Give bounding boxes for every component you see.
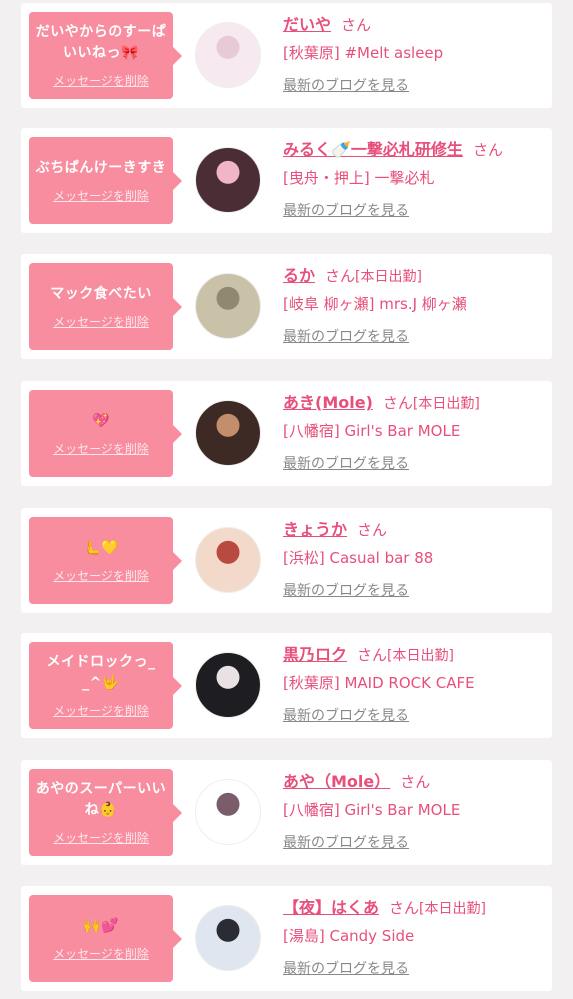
status-badge: [本日出勤] — [355, 269, 422, 285]
shop-name: [曳舟・押上] 一撃必札 — [283, 169, 435, 187]
girl-info: あや（Mole） さん [八幡宿] Girl's Bar MOLE 最新のブログを見る — [283, 770, 548, 853]
girl-info: 【夜】はくあ さん[本日出勤] [湯島] Candy Side 最新のブログを見る — [283, 896, 548, 979]
girl-info: きょうか さん [浜松] Casual bar 88 最新のブログを見る — [283, 518, 548, 601]
message-bubble: 🙌💕 メッセージを削除 — [29, 895, 182, 982]
girl-name-link[interactable]: あや（Mole） — [283, 772, 390, 791]
latest-blog-link[interactable]: 最新のブログを見る — [283, 581, 409, 601]
girl-info: 黒乃ロク さん[本日出勤] [秋葉原] MAID ROCK CAFE 最新のブログを見… — [283, 643, 548, 726]
delete-message-link[interactable]: メッセージを削除 — [53, 72, 149, 89]
shop-name: [秋葉原] MAID ROCK CAFE — [283, 674, 475, 692]
message-bubble: 💖 メッセージを削除 — [29, 390, 182, 477]
latest-blog-link[interactable]: 最新のブログを見る — [283, 454, 409, 474]
follow-card: 🫷💛 メッセージを削除 きょうか さん [浜松] Casual bar 88 最新のブログ… — [21, 508, 552, 613]
girl-info: だいや さん [秋葉原] #Melt asleep 最新のブログを見る — [283, 13, 548, 96]
message-text: あやのスーパーいいね👶 — [35, 781, 167, 818]
latest-blog-link[interactable]: 最新のブログを見る — [283, 706, 409, 726]
shop-name: [秋葉原] #Melt asleep — [283, 44, 444, 62]
shop-name: [浜松] Casual bar 88 — [283, 549, 434, 567]
avatar[interactable] — [195, 652, 261, 718]
message-bubble: ぶちぱんけーきすき メッセージを削除 — [29, 137, 182, 224]
follow-card: 💖 メッセージを削除 あき(Mole) さん[本日出勤] [八幡宿] Girl's Ba… — [21, 381, 552, 486]
message-text: メイドロックっ_ _^🤟 — [46, 654, 156, 691]
follow-list: だいやからのすーぱいいねっ🎀 メッセージを削除 だいや さん [秋葉原] #Melt a… — [0, 0, 573, 999]
delete-message-link[interactable]: メッセージを削除 — [53, 702, 149, 719]
message-bubble: だいやからのすーぱいいねっ🎀 メッセージを削除 — [29, 12, 182, 99]
delete-message-link[interactable]: メッセージを削除 — [53, 829, 149, 846]
message-text: 🫷💛 — [83, 539, 119, 556]
follow-card: マック食べたい メッセージを削除 るか さん[本日出勤] [岐阜 柳ヶ瀬] mrs.J … — [21, 254, 552, 359]
latest-blog-link[interactable]: 最新のブログを見る — [283, 959, 409, 979]
avatar[interactable] — [195, 22, 261, 88]
follow-card: あやのスーパーいいね👶 メッセージを削除 あや（Mole） さん [八幡宿] Girl'… — [21, 760, 552, 865]
latest-blog-link[interactable]: 最新のブログを見る — [283, 201, 409, 221]
message-bubble: あやのスーパーいいね👶 メッセージを削除 — [29, 769, 182, 856]
honorific: さん — [472, 141, 503, 159]
honorific: さん — [357, 646, 388, 664]
latest-blog-link[interactable]: 最新のブログを見る — [283, 76, 409, 96]
delete-message-link[interactable]: メッセージを削除 — [53, 187, 149, 204]
delete-message-link[interactable]: メッセージを削除 — [53, 313, 149, 330]
girl-name-link[interactable]: みるく🍼一撃必札研修生 — [283, 140, 463, 159]
avatar[interactable] — [195, 273, 261, 339]
message-text: マック食べたい — [50, 285, 152, 302]
message-text: ぶちぱんけーきすき — [35, 159, 167, 176]
girl-info: るか さん[本日出勤] [岐阜 柳ヶ瀬] mrs.J 柳ヶ瀬 最新のブログを見る — [283, 264, 548, 347]
shop-name: [八幡宿] Girl's Bar MOLE — [283, 422, 461, 440]
girl-name-link[interactable]: るか — [283, 266, 315, 285]
delete-message-link[interactable]: メッセージを削除 — [53, 945, 149, 962]
girl-name-link[interactable]: だいや — [283, 15, 331, 34]
avatar[interactable] — [195, 527, 261, 593]
latest-blog-link[interactable]: 最新のブログを見る — [283, 833, 409, 853]
message-text: だいやからのすーぱいいねっ🎀 — [35, 24, 167, 61]
honorific: さん — [400, 773, 431, 791]
shop-name: [湯島] Candy Side — [283, 927, 415, 945]
follow-card: メイドロックっ_ _^🤟 メッセージを削除 黒乃ロク さん[本日出勤] [秋葉原] MA… — [21, 633, 552, 738]
follow-card: だいやからのすーぱいいねっ🎀 メッセージを削除 だいや さん [秋葉原] #Melt a… — [21, 3, 552, 108]
message-bubble: 🫷💛 メッセージを削除 — [29, 517, 182, 604]
honorific: さん — [357, 521, 388, 539]
girl-info: みるく🍼一撃必札研修生 さん [曳舟・押上] 一撃必札 最新のブログを見る — [283, 138, 548, 221]
avatar[interactable] — [195, 905, 261, 971]
shop-name: [八幡宿] Girl's Bar MOLE — [283, 801, 461, 819]
latest-blog-link[interactable]: 最新のブログを見る — [283, 327, 409, 347]
shop-name: [岐阜 柳ヶ瀬] mrs.J 柳ヶ瀬 — [283, 295, 467, 313]
delete-message-link[interactable]: メッセージを削除 — [53, 440, 149, 457]
status-badge: [本日出勤] — [412, 396, 480, 412]
follow-card: 🙌💕 メッセージを削除 【夜】はくあ さん[本日出勤] [湯島] Candy Side 最… — [21, 886, 552, 991]
girl-info: あき(Mole) さん[本日出勤] [八幡宿] Girl's Bar MOLE 最新の… — [283, 391, 548, 474]
honorific: さん — [389, 899, 420, 917]
girl-name-link[interactable]: 【夜】はくあ — [283, 898, 379, 917]
message-bubble: マック食べたい メッセージを削除 — [29, 263, 182, 350]
message-bubble: メイドロックっ_ _^🤟 メッセージを削除 — [29, 642, 182, 729]
honorific: さん — [325, 267, 356, 285]
avatar[interactable] — [195, 147, 261, 213]
girl-name-link[interactable]: あき(Mole) — [283, 393, 373, 412]
status-badge: [本日出勤] — [387, 648, 454, 664]
girl-name-link[interactable]: きょうか — [283, 520, 347, 539]
follow-card: ぶちぱんけーきすき メッセージを削除 みるく🍼一撃必札研修生 さん [曳舟・押上] 一撃… — [21, 128, 552, 233]
avatar[interactable] — [195, 779, 261, 845]
honorific: さん — [382, 394, 413, 412]
message-text: 🙌💕 — [83, 917, 119, 934]
honorific: さん — [341, 16, 372, 34]
girl-name-link[interactable]: 黒乃ロク — [283, 645, 347, 664]
avatar[interactable] — [195, 400, 261, 466]
status-badge: [本日出勤] — [419, 901, 486, 917]
delete-message-link[interactable]: メッセージを削除 — [53, 567, 149, 584]
message-text: 💖 — [92, 412, 110, 429]
